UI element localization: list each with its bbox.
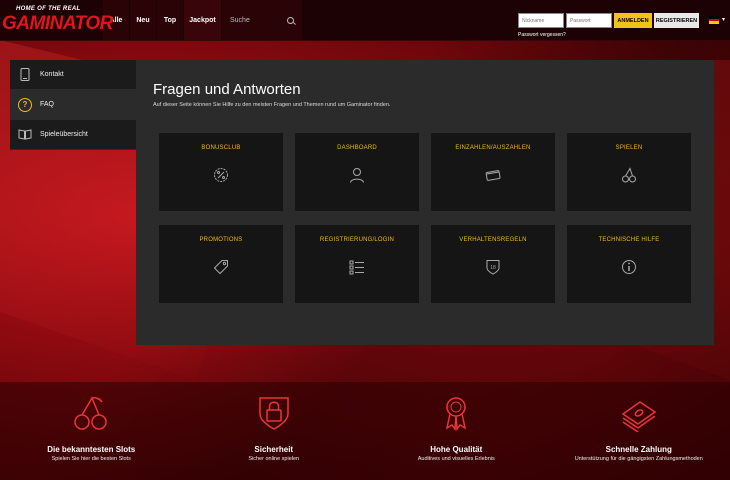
feature-zahlung: Schnelle Zahlung Unterstützung für die g… (548, 382, 730, 480)
svg-text:18: 18 (490, 265, 496, 271)
card-title: REGISTRIERUNG/LOGIN (319, 237, 395, 243)
feature-footer: Die bekanntesten Slots Spielen Sie hier … (0, 382, 730, 480)
faq-card-verhaltensregeln[interactable]: VERHALTENSREGELN 18 (431, 225, 555, 303)
faq-panel: Fragen und Antworten Auf dieser Seite kö… (136, 60, 714, 345)
search-box[interactable]: Suche (222, 0, 302, 40)
nav-item-top[interactable]: Top (157, 0, 184, 40)
sidebar: Kontakt ? FAQ Spieleübersicht (10, 60, 136, 150)
logo-tagline: HOME OF THE REAL (16, 6, 81, 12)
card-title: BONUSCLUB (201, 145, 241, 151)
question-icon: ? (18, 97, 32, 112)
feature-qualitaet: Hohe Qualität Auditives und visuelles Er… (365, 382, 548, 480)
sidebar-item-kontakt[interactable]: Kontakt (10, 60, 136, 90)
feature-title: Die bekanntesten Slots (47, 445, 136, 454)
user-icon (349, 167, 365, 183)
sidebar-item-spieleuebersicht[interactable]: Spieleübersicht (10, 120, 136, 150)
logo-brand: GAMINATOR (2, 13, 113, 34)
age-18-shield-icon: 18 (485, 259, 501, 275)
card-title: EINZAHLEN/AUSZAHLEN (455, 145, 531, 151)
faq-card-promotions[interactable]: PROMOTIONS (159, 225, 283, 303)
feature-subtitle: Unterstützung für die gängigsten Zahlung… (574, 456, 703, 462)
search-icon[interactable] (287, 16, 294, 24)
award-ribbon-icon (437, 394, 475, 432)
faq-card-bonusclub[interactable]: BONUSCLUB (159, 133, 283, 211)
register-button[interactable]: REGISTRIEREN (654, 13, 699, 28)
page-subtitle: Auf dieser Seite können Sie Hilfe zu den… (153, 102, 391, 108)
site-logo[interactable]: HOME OF THE REAL GAMINATOR (0, 0, 113, 40)
info-icon (621, 259, 637, 275)
phone-icon (18, 68, 32, 82)
nickname-input[interactable] (518, 13, 564, 28)
faq-card-spielen[interactable]: SPIELEN (567, 133, 691, 211)
search-placeholder: Suche (230, 16, 250, 24)
card-title: VERHALTENSREGELN (459, 237, 527, 243)
percent-badge-icon (213, 167, 229, 183)
faq-card-technische-hilfe[interactable]: TECHNISCHE HILFE (567, 225, 691, 303)
faq-category-grid: BONUSCLUB DASHBOARD EINZAHLEN/AUSZAHLEN … (159, 133, 691, 303)
checklist-icon (349, 259, 365, 275)
money-stack-icon (620, 394, 658, 433)
feature-subtitle: Spielen Sie hier die besten Slots (51, 456, 131, 462)
cherries-icon (621, 167, 637, 183)
cherries-icon (72, 394, 110, 432)
main-nav: Alle Neu Top Jackpot (103, 0, 222, 40)
sidebar-item-faq[interactable]: ? FAQ (10, 90, 136, 120)
feature-title: Sicherheit (254, 445, 294, 454)
page-title: Fragen und Antworten (153, 81, 301, 98)
german-flag-icon[interactable] (709, 16, 719, 25)
login-form: ANMELDEN REGISTRIEREN (518, 13, 699, 28)
card-title: DASHBOARD (337, 145, 377, 151)
feature-subtitle: Auditives und visuelles Erlebnis (417, 456, 495, 462)
faq-card-dashboard[interactable]: DASHBOARD (295, 133, 419, 211)
password-input[interactable] (566, 13, 612, 28)
feature-slots: Die bekanntesten Slots Spielen Sie hier … (0, 382, 183, 480)
chevron-down-icon[interactable]: ▾ (722, 16, 725, 23)
feature-sicherheit: Sicherheit Sicher online spielen (183, 382, 366, 480)
feature-subtitle: Sicher online spielen (248, 456, 300, 462)
nav-item-neu[interactable]: Neu (130, 0, 157, 40)
faq-card-einzahlen-auszahlen[interactable]: EINZAHLEN/AUSZAHLEN (431, 133, 555, 211)
card-title: TECHNISCHE HILFE (598, 237, 660, 243)
sidebar-item-label: Spieleübersicht (40, 131, 88, 138)
card-title: PROMOTIONS (199, 237, 243, 243)
card-title: SPIELEN (615, 145, 643, 151)
sidebar-item-label: FAQ (40, 101, 55, 108)
sidebar-item-label: Kontakt (40, 71, 64, 78)
nav-item-jackpot[interactable]: Jackpot (184, 0, 222, 40)
credit-card-icon (485, 167, 501, 183)
book-icon (18, 128, 32, 142)
feature-title: Hohe Qualität (430, 445, 483, 454)
faq-card-registrierung-login[interactable]: REGISTRIERUNG/LOGIN (295, 225, 419, 303)
login-button[interactable]: ANMELDEN (614, 13, 652, 28)
lock-shield-icon (255, 394, 293, 432)
forgot-password-link[interactable]: Passwort vergessen? (518, 32, 566, 38)
tag-icon (213, 259, 229, 275)
feature-title: Schnelle Zahlung (605, 445, 672, 454)
